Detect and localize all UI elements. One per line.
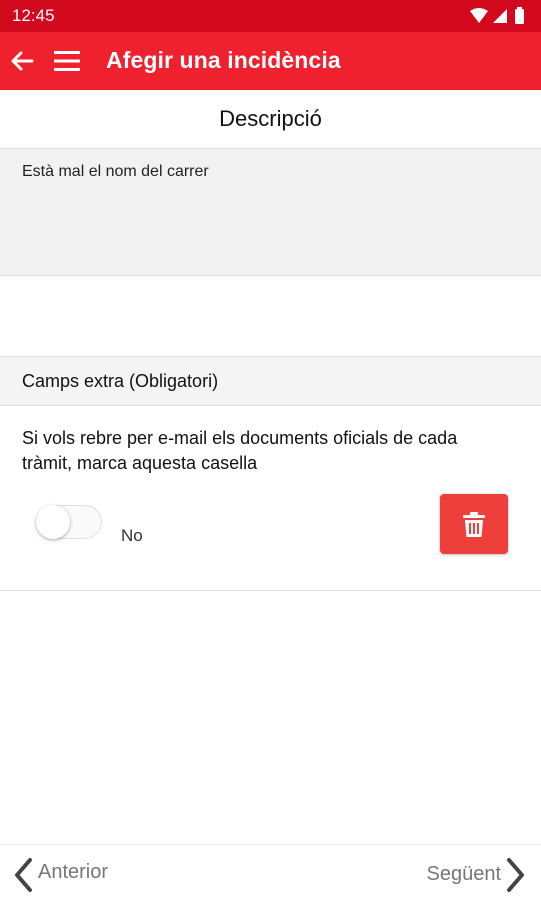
- chevron-right-icon: [507, 858, 524, 892]
- extra-fields-header-text: Camps extra (Obligatori): [22, 371, 219, 391]
- trash-icon: [463, 512, 485, 537]
- toggle-thumb: [36, 505, 70, 539]
- status-bar: 12:45: [0, 0, 541, 32]
- section-title: Descripció: [219, 106, 322, 131]
- signal-icon: [493, 9, 507, 23]
- previous-button[interactable]: Anterior: [10, 853, 130, 893]
- back-button[interactable]: [6, 45, 38, 77]
- battery-icon: [515, 9, 524, 24]
- hamburger-menu-icon: [54, 51, 80, 71]
- toggle-label: No: [121, 526, 143, 545]
- back-arrow-icon: [11, 51, 34, 71]
- menu-button[interactable]: [50, 45, 84, 77]
- status-icons: [469, 7, 531, 25]
- extra-fields-header: Camps extra (Obligatori): [0, 356, 541, 406]
- next-button[interactable]: Següent: [409, 853, 529, 893]
- description-text: Està mal el nom del carrer: [22, 163, 209, 180]
- bottom-navigation: Anterior Següent: [0, 844, 541, 900]
- status-icons-svg: [470, 7, 524, 24]
- app-title: Afegir una incidència: [106, 47, 341, 73]
- wifi-icon: [470, 8, 488, 23]
- divider: [0, 590, 541, 591]
- email-documents-question: Si vols rebre per e-mail els documents o…: [22, 428, 458, 473]
- email-documents-toggle[interactable]: [36, 503, 102, 539]
- chevron-left-icon: [15, 858, 32, 892]
- next-label: Següent: [426, 863, 501, 885]
- app-bar: Afegir una incidència: [0, 32, 541, 90]
- status-time: 12:45: [12, 6, 55, 25]
- delete-button[interactable]: [440, 494, 508, 554]
- previous-label: Anterior: [38, 861, 109, 883]
- description-field[interactable]: Està mal el nom del carrer: [0, 148, 541, 276]
